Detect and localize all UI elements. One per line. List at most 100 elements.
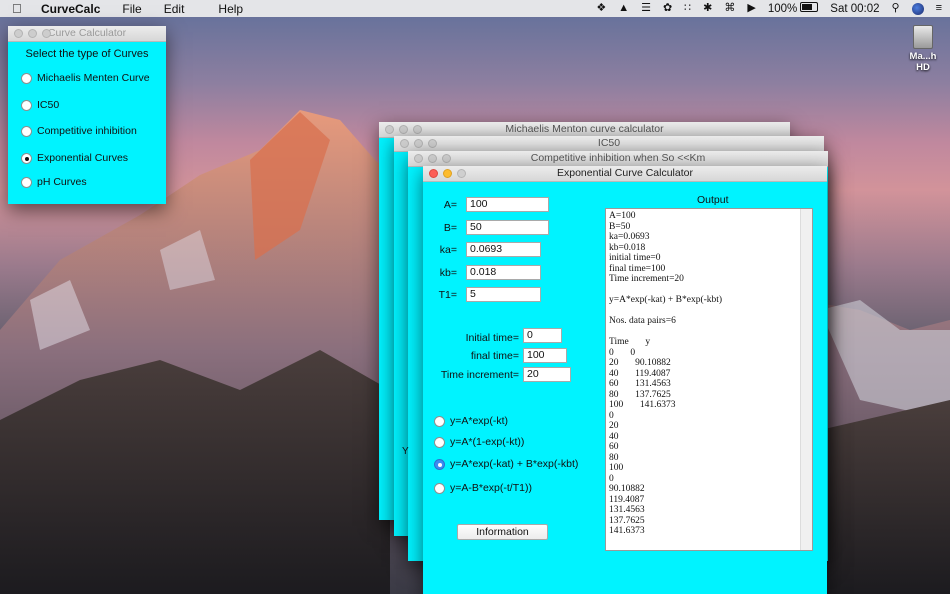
ic50-titlebar[interactable]: IC50 xyxy=(394,136,824,152)
notification-center-icon[interactable]: ≡ xyxy=(936,0,942,17)
option-exponential[interactable]: Exponential Curves xyxy=(21,152,128,164)
clock[interactable]: Sat 00:02 xyxy=(830,3,879,15)
shield-icon[interactable]: ☰ xyxy=(641,0,651,17)
output-line: 100 141.6373 xyxy=(609,400,676,410)
output-line: B=50 xyxy=(609,221,631,232)
output-line: 60 xyxy=(609,442,619,452)
output-line: ka=0.0693 xyxy=(609,232,650,242)
hard-disk[interactable]: Ma...h HD xyxy=(902,25,944,73)
option-michaelis[interactable]: Michaelis Menten Curve xyxy=(21,72,150,84)
output-label: Output xyxy=(697,194,729,206)
param-ka-input[interactable]: 0.0693 xyxy=(466,242,541,257)
option-competitive[interactable]: Competitive inhibition xyxy=(21,125,137,137)
radio-icon[interactable] xyxy=(434,436,445,448)
radio-icon-selected[interactable] xyxy=(434,458,445,470)
selector-heading: Select the type of Curves xyxy=(25,48,149,60)
equation-option-2[interactable]: y=A*(1-exp(-kt)) xyxy=(434,436,524,448)
zoom-button[interactable] xyxy=(442,154,451,163)
battery-status[interactable]: 100% xyxy=(767,2,819,15)
close-button[interactable] xyxy=(429,169,438,178)
close-button[interactable] xyxy=(385,125,394,134)
zoom-button[interactable] xyxy=(413,125,422,134)
menu-file[interactable]: File xyxy=(122,2,141,16)
volume-icon[interactable]: ▶ xyxy=(747,0,755,17)
window-controls xyxy=(400,139,437,148)
radio-icon[interactable] xyxy=(21,125,32,137)
param-t1-input[interactable]: 5 xyxy=(466,287,541,302)
zoom-button[interactable] xyxy=(428,139,437,148)
minimize-button[interactable] xyxy=(414,139,423,148)
output-line: A=100 xyxy=(609,211,636,221)
output-line: 80 xyxy=(609,452,619,463)
menu-help[interactable]: Help xyxy=(218,2,243,16)
option-label: Competitive inhibition xyxy=(37,125,137,137)
output-line: 100 xyxy=(609,463,624,473)
option-ic50[interactable]: IC50 xyxy=(21,99,59,111)
drive-icon[interactable]: ▲ xyxy=(618,0,629,17)
zoom-button[interactable] xyxy=(42,29,51,38)
output-line: kb=0.018 xyxy=(609,242,646,253)
minimize-button[interactable] xyxy=(28,29,37,38)
wifi-icon[interactable]: ⌘ xyxy=(724,0,735,17)
radio-icon[interactable] xyxy=(434,415,445,427)
time-increment-input[interactable]: 20 xyxy=(523,367,571,382)
param-kb-input[interactable]: 0.018 xyxy=(466,265,541,280)
competitive-titlebar[interactable]: Competitive inhibition when So <<Km xyxy=(408,151,828,167)
siri-icon[interactable] xyxy=(911,2,924,15)
apple-icon[interactable]:  xyxy=(12,1,26,16)
param-b-input[interactable]: 50 xyxy=(466,220,549,235)
bluetooth-icon[interactable]: ✱ xyxy=(703,0,712,17)
minimize-button[interactable] xyxy=(399,125,408,134)
window-controls xyxy=(429,169,466,178)
equation-option-4[interactable]: y=A-B*exp(-t/T1)) xyxy=(434,482,532,494)
output-lines: A=100 B=50 ka=0.0693 kb=0.018 initial time=0… xyxy=(606,209,812,537)
close-button[interactable] xyxy=(14,29,23,38)
search-icon[interactable]: ⚲ xyxy=(892,0,900,17)
zoom-button[interactable] xyxy=(457,169,466,178)
initial-time-label: Initial time= xyxy=(465,332,519,344)
output-textarea[interactable]: A=100 B=50 ka=0.0693 kb=0.018 initial time=0… xyxy=(605,208,813,551)
output-line: 40 xyxy=(609,431,619,442)
radio-icon-selected[interactable] xyxy=(21,152,32,164)
status-area: ❖ ▲ ☰ ✿ ∷ ✱ ⌘ ▶ 100% Sat 00:02 ⚲ ≡ xyxy=(596,0,942,17)
grid-icon[interactable]: ∷ xyxy=(684,0,691,17)
flower-icon[interactable]: ✿ xyxy=(663,0,672,17)
radio-icon[interactable] xyxy=(434,482,445,494)
curve-selector-window: Curve Calculator Select the type of Curv… xyxy=(8,26,166,204)
final-time-label: final time= xyxy=(470,350,519,362)
radio-icon[interactable] xyxy=(21,99,32,111)
output-line: 20 90.10882 xyxy=(609,358,671,368)
output-line: 119.4087 xyxy=(609,494,645,505)
close-button[interactable] xyxy=(414,154,423,163)
initial-time-input[interactable]: 0 xyxy=(523,328,562,343)
radio-icon[interactable] xyxy=(21,176,32,188)
param-b-label: B= xyxy=(443,222,457,234)
calculator-title: Exponential Curve Calculator xyxy=(557,167,693,179)
final-time-input[interactable]: 100 xyxy=(523,348,567,363)
equation-option-1[interactable]: y=A*exp(-kt) xyxy=(434,415,508,427)
output-line: 40 119.4087 xyxy=(609,368,671,379)
equation-option-3[interactable]: y=A*exp(-kat) + B*exp(-kbt) xyxy=(434,458,578,470)
option-ph[interactable]: pH Curves xyxy=(21,176,87,188)
selector-titlebar[interactable]: Curve Calculator xyxy=(8,26,166,42)
minimize-button[interactable] xyxy=(428,154,437,163)
output-line: final time=100 xyxy=(609,263,666,274)
option-label: IC50 xyxy=(37,99,60,111)
dropbox-icon[interactable]: ❖ xyxy=(596,0,606,17)
menu-edit[interactable]: Edit xyxy=(164,2,185,16)
menu-bar:  CurveCalc File Edit Help ❖ ▲ ☰ ✿ ∷ ✱ ⌘… xyxy=(0,0,950,17)
app-menu[interactable]: CurveCalc xyxy=(41,2,100,16)
information-button[interactable]: Information xyxy=(457,524,548,540)
output-line: 20 xyxy=(609,421,619,431)
battery-percent: 100% xyxy=(767,3,798,15)
option-label: pH Curves xyxy=(37,176,87,188)
param-a-input[interactable]: 100 xyxy=(466,197,549,212)
output-scrollbar[interactable] xyxy=(800,209,812,550)
close-button[interactable] xyxy=(400,139,409,148)
output-line: 0 0 xyxy=(609,347,636,358)
competitive-title: Competitive inhibition when So <<Km xyxy=(530,152,706,164)
output-line: 0 xyxy=(609,473,614,484)
radio-icon[interactable] xyxy=(21,72,32,84)
calculator-titlebar[interactable]: Exponential Curve Calculator xyxy=(423,166,827,182)
minimize-button[interactable] xyxy=(443,169,452,178)
